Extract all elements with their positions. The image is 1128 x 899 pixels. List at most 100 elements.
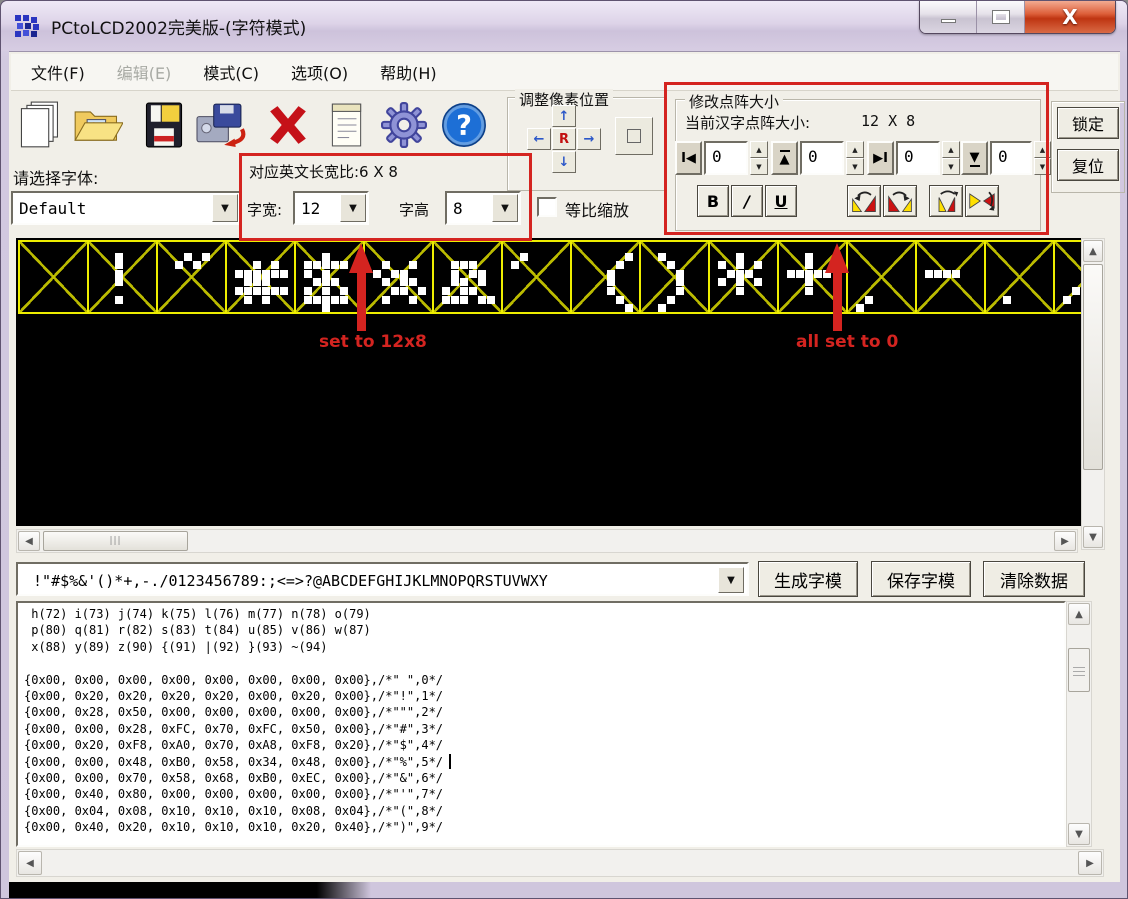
reset-position-button[interactable]: R — [552, 128, 576, 150]
left-arrow-icon: ← — [534, 132, 545, 147]
pixel-dot — [253, 278, 261, 286]
save-button[interactable] — [137, 96, 191, 154]
preview-cell[interactable] — [156, 240, 227, 314]
scroll-down-button[interactable]: ▼ — [1083, 526, 1103, 548]
preview-cell[interactable] — [18, 240, 89, 314]
pixel-dot — [451, 270, 459, 278]
pixel-dot — [745, 270, 753, 278]
preview-cell[interactable] — [87, 240, 158, 314]
pixel-dot — [856, 304, 864, 312]
pixel-dot — [934, 270, 942, 278]
scroll-thumb[interactable] — [1068, 648, 1090, 692]
pixel-dot — [469, 261, 477, 269]
proportional-scale-checkbox[interactable] — [537, 197, 557, 217]
center-content-button[interactable] — [615, 117, 653, 155]
scroll-left-button[interactable]: ◀ — [18, 531, 40, 551]
output-hscrollbar[interactable]: ◀ ▶ — [16, 849, 1104, 877]
output-area[interactable]: h(72) i(73) j(74) k(75) l(76) m(77) n(78… — [16, 601, 1066, 847]
pixel-dot — [952, 270, 960, 278]
pixel-dot — [442, 287, 450, 295]
menu-item[interactable]: 帮助(H) — [368, 56, 449, 88]
preview-cell[interactable] — [1053, 240, 1081, 314]
open-file-button[interactable] — [71, 96, 125, 154]
move-up-button[interactable]: ↑ — [552, 105, 576, 127]
help-button[interactable]: ? — [437, 96, 491, 154]
lock-button[interactable]: 锁定 — [1057, 107, 1119, 139]
pixel-dot — [520, 253, 528, 261]
pixel-dot — [322, 253, 330, 261]
pixel-dot — [331, 296, 339, 304]
preview-cell[interactable] — [570, 240, 641, 314]
menu-item[interactable]: 选项(O) — [279, 56, 360, 88]
pixel-dot — [400, 270, 408, 278]
preview-cell[interactable] — [639, 240, 710, 314]
preview-cell[interactable] — [501, 240, 572, 314]
chevron-down-icon[interactable]: ▼ — [212, 194, 238, 222]
scroll-thumb[interactable]: ||| — [43, 531, 188, 551]
pixel-dot — [418, 287, 426, 295]
pixel-dot — [331, 278, 339, 286]
pixel-dot — [736, 253, 744, 261]
scroll-up-button[interactable]: ▲ — [1068, 603, 1090, 625]
save-font-button[interactable]: 保存字模 — [871, 561, 971, 597]
pixel-dot — [805, 270, 813, 278]
titlebar[interactable]: PCtoLCD2002完美版-(字符模式) X — [1, 1, 1128, 51]
preview-cell[interactable] — [225, 240, 296, 314]
delete-button[interactable] — [261, 96, 315, 154]
output-vscrollbar[interactable]: ▲ ▼ — [1066, 601, 1092, 847]
preview-cell[interactable] — [984, 240, 1055, 314]
scroll-right-button[interactable]: ▶ — [1054, 531, 1076, 551]
pixel-dot — [607, 278, 615, 286]
menu-item[interactable]: 文件(F) — [19, 56, 97, 88]
caption-buttons: X — [919, 1, 1116, 34]
reset-button[interactable]: 复位 — [1057, 149, 1119, 181]
menu-item[interactable]: 编辑(E) — [105, 56, 184, 88]
center-square-icon — [627, 129, 641, 143]
preview-cell[interactable] — [846, 240, 917, 314]
pixel-dot — [676, 287, 684, 295]
pixel-dot — [391, 270, 399, 278]
scroll-thumb[interactable] — [1083, 264, 1103, 470]
generate-font-button[interactable]: 生成字模 — [758, 561, 858, 597]
preview-hscrollbar[interactable]: ◀ ||| ▶ — [16, 529, 1078, 553]
pixel-dot — [727, 270, 735, 278]
pixel-dot — [313, 261, 321, 269]
pixel-dot — [796, 270, 804, 278]
minimize-button[interactable] — [920, 1, 977, 33]
preview-vscrollbar[interactable]: ▲ ▼ — [1081, 238, 1105, 550]
pixel-dot — [304, 296, 312, 304]
pixel-dot — [658, 304, 666, 312]
scroll-down-button[interactable]: ▼ — [1068, 823, 1090, 845]
font-combo[interactable]: Default ▼ — [11, 191, 241, 225]
char-set-input[interactable] — [18, 564, 718, 594]
clear-data-button[interactable]: 清除数据 — [983, 561, 1085, 597]
pixel-dot — [616, 296, 624, 304]
scroll-up-button[interactable]: ▲ — [1083, 240, 1103, 262]
move-right-button[interactable]: → — [577, 128, 601, 150]
move-left-button[interactable]: ← — [527, 128, 551, 150]
character-preview-canvas[interactable] — [16, 238, 1081, 526]
preview-cell[interactable] — [363, 240, 434, 314]
close-button[interactable]: X — [1025, 1, 1115, 33]
menu-item[interactable]: 模式(C) — [191, 56, 271, 88]
notes-button[interactable] — [319, 96, 373, 154]
preview-cell[interactable] — [708, 240, 779, 314]
preview-cell[interactable] — [432, 240, 503, 314]
pixel-dot — [469, 270, 477, 278]
pixel-dot — [814, 270, 822, 278]
pixel-dot — [271, 287, 279, 295]
save-to-device-button[interactable] — [193, 96, 247, 154]
preview-cell[interactable] — [915, 240, 986, 314]
chevron-down-icon[interactable]: ▼ — [718, 567, 744, 593]
move-down-button[interactable]: ↓ — [552, 151, 576, 173]
new-file-button[interactable] — [13, 96, 67, 154]
status-strip — [9, 882, 371, 899]
pixel-dot — [304, 270, 312, 278]
settings-button[interactable] — [377, 96, 431, 154]
scroll-left-button[interactable]: ◀ — [18, 851, 42, 875]
scroll-right-button[interactable]: ▶ — [1078, 851, 1102, 875]
pixel-dot — [460, 261, 468, 269]
pixel-dot — [625, 253, 633, 261]
pixel-dot — [736, 270, 744, 278]
maximize-button[interactable] — [977, 1, 1025, 33]
